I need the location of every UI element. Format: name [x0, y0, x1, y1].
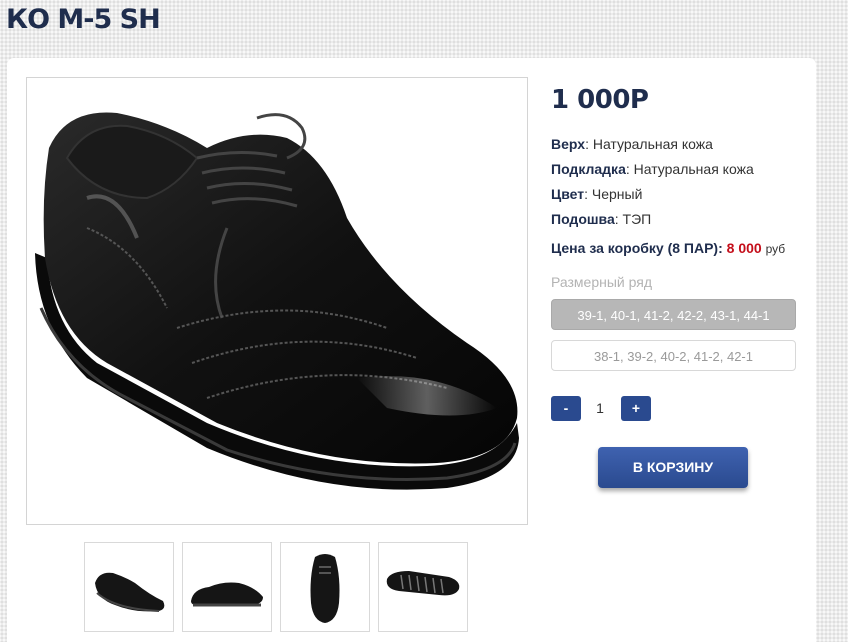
- spec-color: Цвет: Черный: [551, 186, 642, 202]
- spec-value: : Черный: [584, 186, 643, 202]
- box-price: Цена за коробку (8 ПАР): 8 000 руб: [551, 240, 785, 256]
- shoe-sole-thumbnail-icon: [386, 571, 460, 596]
- thumbnail-4[interactable]: [378, 542, 468, 632]
- thumbnail-2[interactable]: [182, 542, 272, 632]
- quantity-decrease-button[interactable]: -: [551, 396, 581, 421]
- size-option-1[interactable]: 39-1, 40-1, 41-2, 42-2, 43-1, 44-1: [551, 299, 796, 330]
- spec-value: : Натуральная кожа: [585, 136, 713, 152]
- shoe-thumbnail-icon: [95, 572, 165, 612]
- shoe-thumbnail-icon: [191, 582, 263, 607]
- spec-label: Цвет: [551, 186, 585, 202]
- spec-sole: Подошва: ТЭП: [551, 211, 651, 227]
- shoe-illustration: [35, 112, 519, 490]
- add-to-cart-button[interactable]: В КОРЗИНУ: [598, 447, 748, 488]
- price: 1 000Р: [551, 85, 649, 115]
- thumbnail-1[interactable]: [84, 542, 174, 632]
- spec-label: Подкладка: [551, 161, 626, 177]
- thumbnail-3[interactable]: [280, 542, 370, 632]
- main-product-image[interactable]: [26, 77, 528, 525]
- box-price-value: 8 000: [726, 240, 762, 256]
- shoe-thumbnail-icon: [310, 554, 340, 623]
- spec-label: Подошва: [551, 211, 615, 227]
- quantity-value[interactable]: 1: [589, 396, 611, 421]
- size-range-label: Размерный ряд: [551, 274, 653, 290]
- spec-value: : Натуральная кожа: [625, 161, 754, 177]
- page-title: КО М-5 SH: [6, 4, 161, 35]
- spec-lining: Подкладка: Натуральная кожа: [551, 161, 754, 177]
- quantity-increase-button[interactable]: +: [621, 396, 651, 421]
- size-option-2[interactable]: 38-1, 39-2, 40-2, 41-2, 42-1: [551, 340, 796, 371]
- box-price-label: Цена за коробку (8 ПАР):: [551, 240, 723, 256]
- spec-value: : ТЭП: [614, 211, 652, 227]
- spec-upper: Верх: Натуральная кожа: [551, 136, 713, 152]
- spec-label: Верх: [551, 136, 586, 152]
- product-card: 1 000Р Верх: Натуральная кожа Подкладка:…: [7, 58, 816, 642]
- box-price-currency: руб: [765, 242, 786, 256]
